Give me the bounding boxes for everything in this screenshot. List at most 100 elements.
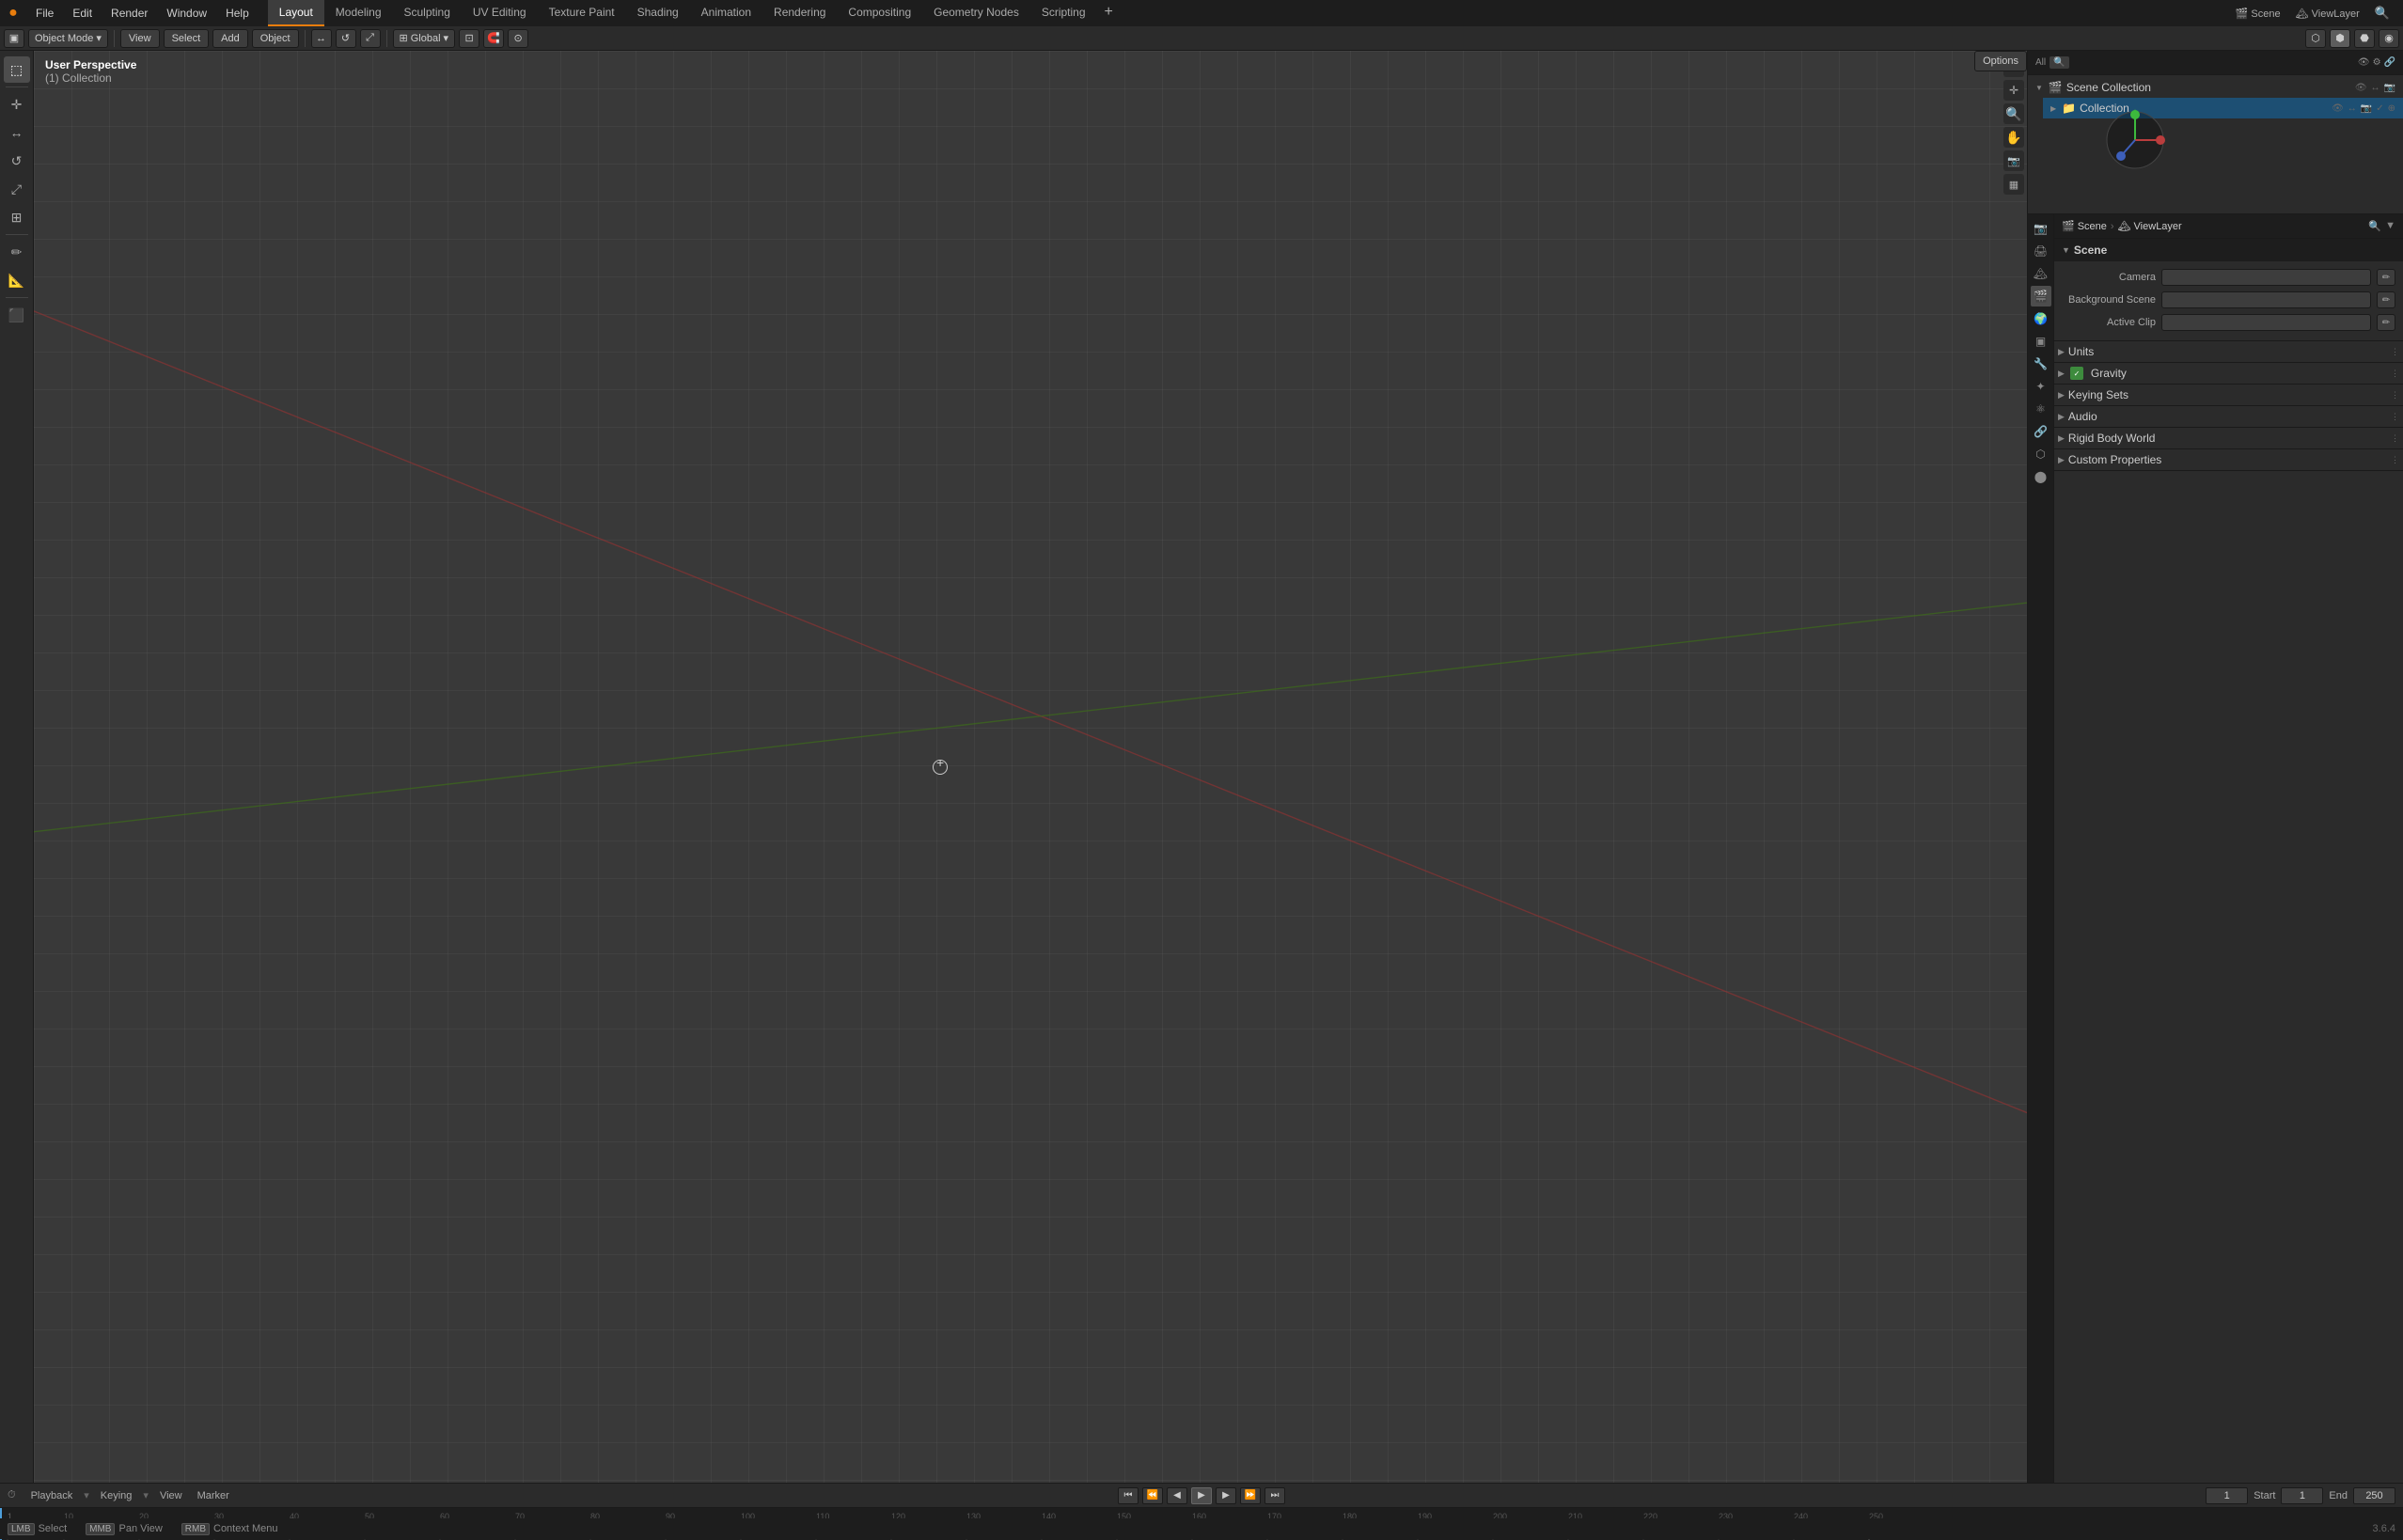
vis-eye[interactable]: 👁 [2355,83,2367,93]
prop-tab-physics[interactable]: ⚛ [2031,399,2051,419]
prev-frame-btn[interactable]: ◀ [1167,1487,1187,1504]
outliner-view-icon-3[interactable]: 🔗 [2384,57,2395,68]
gravity-checkbox[interactable]: ✓ [2070,367,2083,380]
prop-tab-object[interactable]: ▣ [2031,331,2051,352]
tool-move[interactable]: ↔ [4,119,30,146]
view-btn-tl[interactable]: View [156,1490,186,1501]
bg-scene-btn[interactable]: ✏ [2377,291,2395,308]
start-frame-input[interactable]: 1 [2281,1487,2323,1504]
snap-btn[interactable]: 🧲 [483,29,504,48]
outliner-view-icon-2[interactable]: ⚙ [2373,57,2381,68]
vp-camera-view[interactable]: 📷 [2003,150,2024,171]
tool-rotate[interactable]: ↺ [4,148,30,174]
prop-tab-material[interactable]: ⬤ [2031,466,2051,487]
options-button[interactable]: Options [1974,51,2027,71]
tab-texture-paint[interactable]: Texture Paint [538,0,626,26]
tool-transform[interactable]: ⊞ [4,204,30,230]
object-mode-dropdown[interactable]: Object Mode ▾ [28,29,108,48]
prop-tab-constraints[interactable]: 🔗 [2031,421,2051,442]
camera-value[interactable] [2161,269,2371,286]
add-btn[interactable]: Add [212,29,248,48]
prop-tab-view-layer[interactable]: 🏔 [2031,263,2051,284]
prop-tab-render[interactable]: 📷 [2031,218,2051,239]
outliner-view-icon-1[interactable]: 👁 [2358,57,2370,68]
jump-start-btn[interactable]: ⏮ [1118,1487,1139,1504]
transform-icon-move[interactable]: ↔ [311,29,332,48]
transform-space-dropdown[interactable]: ⊞ Global ▾ [393,29,456,48]
vis-render[interactable]: 📷 [2384,83,2395,93]
custom-properties-header[interactable]: ▶ Custom Properties ⋮ [2054,449,2403,470]
object-btn[interactable]: Object [252,29,299,48]
prop-tab-modifier[interactable]: 🔧 [2031,354,2051,374]
viewport-shade-wire[interactable]: ⬡ [2305,29,2326,48]
tool-add-cube[interactable]: ⬛ [4,302,30,328]
outliner-item-scene-collection[interactable]: ▼ 🎬 Scene Collection 👁 ↔ 📷 [2028,77,2403,98]
tool-scale[interactable]: ⤢ [4,176,30,202]
tab-animation[interactable]: Animation [690,0,762,26]
search-icon[interactable]: 🔍 [2369,6,2395,21]
active-clip-btn[interactable]: ✏ [2377,314,2395,331]
breadcrumb-scene[interactable]: 🎬 Scene [2062,220,2107,232]
tool-select-box[interactable]: ⬚ [4,56,30,83]
tab-geometry-nodes[interactable]: Geometry Nodes [922,0,1030,26]
transform-icon-rotate[interactable]: ↺ [336,29,356,48]
menu-file[interactable]: File [26,0,63,26]
menu-help[interactable]: Help [216,0,259,26]
rigid-body-world-header[interactable]: ▶ Rigid Body World ⋮ [2054,428,2403,448]
menu-render[interactable]: Render [102,0,157,26]
tab-shading[interactable]: Shading [626,0,690,26]
bg-scene-value[interactable] [2161,291,2371,308]
view-btn[interactable]: View [120,29,160,48]
keying-btn[interactable]: Keying [97,1490,136,1501]
tool-measure[interactable]: 📐 [4,267,30,293]
playback-btn[interactable]: Playback [27,1490,77,1501]
jump-prev-btn[interactable]: ⏪ [1142,1487,1163,1504]
end-frame-input[interactable]: 250 [2353,1487,2395,1504]
breadcrumb-viewlayer[interactable]: 🏔 ViewLayer [2118,220,2182,232]
jump-end-btn[interactable]: ⏭ [1264,1487,1285,1504]
viewport[interactable]: User Perspective (1) Collection [34,51,2300,1483]
viewport-shade-solid[interactable]: ⬢ [2330,29,2350,48]
current-frame-display[interactable]: 1 [2206,1487,2248,1504]
prop-tab-particles[interactable]: ✦ [2031,376,2051,397]
select-btn[interactable]: Select [164,29,210,48]
menu-edit[interactable]: Edit [63,0,102,26]
vp-zoom-in[interactable]: 🔍 [2003,103,2024,124]
audio-header[interactable]: ▶ Audio ⋮ [2054,406,2403,427]
tab-uv-editing[interactable]: UV Editing [462,0,538,26]
col-vis-eye[interactable]: 👁 [2332,103,2344,114]
tab-add[interactable]: + [1097,0,1121,26]
outliner-item-collection[interactable]: ▶ 📁 Collection 👁 ↔ 📷 ✓ ⊕ [2043,98,2403,118]
pivot-btn[interactable]: ⊡ [459,29,479,48]
proportional-btn[interactable]: ⊙ [508,29,528,48]
vis-select[interactable]: ↔ [2371,83,2380,93]
tab-sculpting[interactable]: Sculpting [393,0,462,26]
units-section-header[interactable]: ▶ Units ⋮ [2054,341,2403,362]
viewlayer-label[interactable]: 🏔 ViewLayer [2290,8,2365,20]
marker-btn[interactable]: Marker [194,1490,233,1501]
prop-search-icon[interactable]: 🔍 [2368,220,2381,232]
jump-next-btn[interactable]: ⏩ [1240,1487,1261,1504]
active-clip-value[interactable] [2161,314,2371,331]
vp-render-border[interactable]: ▦ [2003,174,2024,195]
viewport-shade-render[interactable]: ◉ [2379,29,2399,48]
scene-section-header[interactable]: ▼ Scene [2054,239,2403,261]
col-vis-render[interactable]: 📷 [2361,103,2372,114]
menu-window[interactable]: Window [157,0,216,26]
prop-tab-output[interactable]: 🖨 [2031,241,2051,261]
col-vis-check[interactable]: ✓ [2376,103,2383,114]
col-vis-select[interactable]: ↔ [2348,103,2357,114]
filter-all[interactable]: All [2035,57,2046,68]
tab-layout[interactable]: Layout [268,0,324,26]
keying-sets-header[interactable]: ▶ Keying Sets ⋮ [2054,385,2403,405]
tab-scripting[interactable]: Scripting [1030,0,1097,26]
tab-rendering[interactable]: Rendering [762,0,837,26]
prop-tab-world[interactable]: 🌍 [2031,308,2051,329]
tool-cursor[interactable]: ✛ [4,91,30,118]
tool-annotate[interactable]: ✏ [4,239,30,265]
gravity-section-header[interactable]: ▶ ✓ Gravity ⋮ [2054,363,2403,384]
play-btn[interactable]: ▶ [1191,1487,1212,1504]
filter-search[interactable]: 🔍 [2050,56,2068,69]
vp-pan-view[interactable]: ✋ [2003,127,2024,148]
viewport-shade-material[interactable]: ⬣ [2354,29,2375,48]
